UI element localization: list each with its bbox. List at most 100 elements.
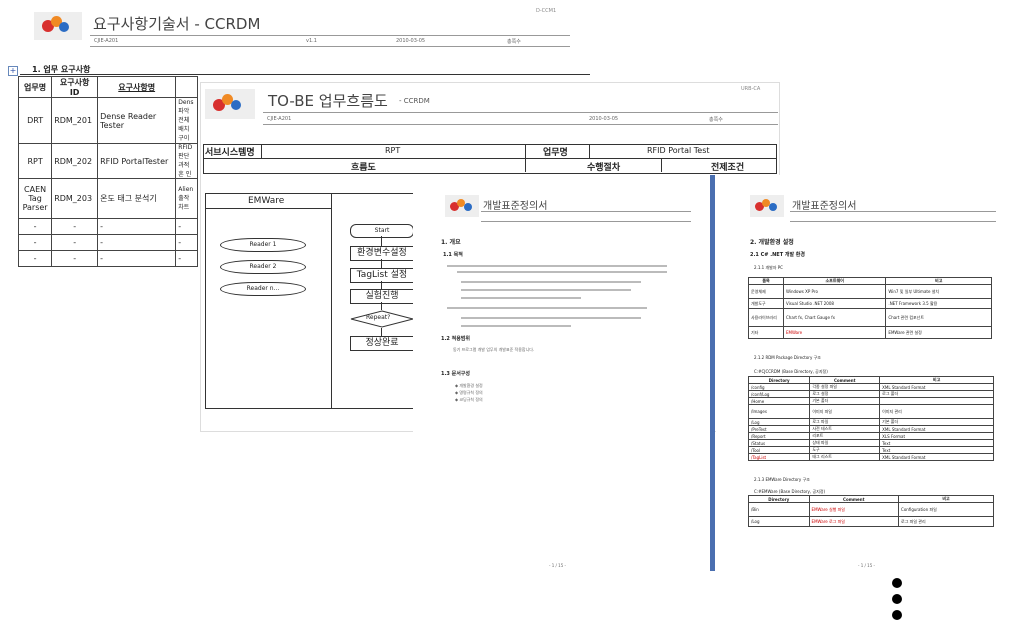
cell-area: - xyxy=(17,218,53,235)
subsection-emware: 2.1.3 EMWare Directory 구조 xyxy=(754,477,810,482)
header-cell: 소프트웨어 xyxy=(782,277,887,285)
table-row: 개발도구 Visual Studio .NET 2008 .NET Framewor… xyxy=(748,298,992,309)
cell-name: Dense Reader Tester xyxy=(97,97,177,144)
cell: 기타 xyxy=(748,326,784,339)
step-repeat: Repeat? xyxy=(366,314,391,321)
rdm-path: C:#CJCCRDM (Base Directory, 공지정) xyxy=(754,369,828,374)
cell: /Home xyxy=(747,397,811,405)
col-id: 요구사항 ID xyxy=(51,76,99,98)
cell: 태그 리스트 xyxy=(809,453,881,461)
doc-date: 2010-03-05 xyxy=(396,38,426,44)
cell: Windows XP Pro xyxy=(782,284,887,299)
cell: /Log xyxy=(748,516,810,527)
table-row: /Images 이미지 파일 이미지 관리 xyxy=(747,404,994,419)
cell: XML Standard Format xyxy=(879,425,994,433)
table-row: /Tool 도구 Text xyxy=(747,446,994,454)
section-title: 2. 개발환경 설정 xyxy=(750,239,794,246)
cell-desc: RFID 판단 과적 흔 인 xyxy=(175,143,198,179)
cell-id: RDM_201 xyxy=(51,97,99,144)
doc-subtitle: - CCRDM xyxy=(399,97,430,105)
business-value: RFID Portal Test xyxy=(647,146,710,155)
bullet-item: ◆ 명명규칙 정의 xyxy=(455,390,483,395)
table-row: /TagList 태그 리스트 XML Standard Format xyxy=(747,453,994,461)
step-done: 정상완료 xyxy=(350,336,414,351)
cell: /Report xyxy=(747,432,811,440)
emware-table: Directory Comment 비고 /Bin EMWare 실행 파일 Confi… xyxy=(748,495,994,527)
col-desc xyxy=(175,76,198,98)
requirements-table: 업무명 요구사항 ID 요구사항명 DRT RDM_201 Dense Read… xyxy=(17,76,198,267)
doc-title: 개발표준정의서 xyxy=(483,201,548,212)
cell: EMWare 실행 파일 xyxy=(808,502,900,517)
pc-table: 품목 소프트웨어 비고 운영체제 Windows XP Pro Win7 및 일부 Ul… xyxy=(748,277,992,339)
cell-area: DRT xyxy=(17,97,53,144)
doc-date: 2010-03-05 xyxy=(589,116,619,122)
table-row: CAEN Tag Parser RDM_203 온도 태그 분석기 Alien … xyxy=(17,178,198,219)
cell-desc: Alien 출작 차트 xyxy=(175,178,198,219)
doc-id: CJIE-A201 xyxy=(94,38,119,44)
cell: EMWare xyxy=(782,326,887,339)
cell: Configuration 파일 xyxy=(898,502,994,517)
cell-id: - xyxy=(51,250,99,267)
cj-logo-icon xyxy=(205,89,255,119)
cell: 기본 폴더 xyxy=(809,397,881,405)
expand-icon[interactable]: + xyxy=(8,66,18,76)
bullet-dot-icon xyxy=(892,610,902,620)
table-row: /Report 리포트 XLS Format xyxy=(747,432,994,440)
cell-desc: - xyxy=(175,250,198,267)
cell: XLS Format xyxy=(879,432,994,440)
cell: Visual Studio .NET 2008 xyxy=(782,298,887,309)
table-row: /Status 상태 파일 Text xyxy=(747,439,994,447)
cell: EMWare 로그 파일 xyxy=(808,516,900,527)
table-row: RPT RDM_202 RFID PortalTester RFID 판단 과적… xyxy=(17,143,198,179)
table-row: /Log 로그 파일 기본 폴더 xyxy=(747,418,994,426)
cell: 사용라이브러리 xyxy=(748,308,784,327)
flow-label: 흐름도 xyxy=(351,163,376,173)
cell: Chart 관련 컴포넌트 xyxy=(885,308,992,327)
subsection-rdm: 2.1.2 RDM Package Directory 구조 xyxy=(754,355,821,360)
cell-area: RPT xyxy=(17,143,53,179)
cell: 상태 파일 xyxy=(809,439,881,447)
header-cell: Comment xyxy=(808,495,900,503)
cell-area: - xyxy=(17,234,53,251)
cell: XML Standard Format xyxy=(879,453,994,461)
reader-1: Reader 1 xyxy=(220,238,306,252)
procedure-label: 수행절차 xyxy=(587,163,621,173)
subsection-scope: 1.2 적용범위 xyxy=(441,336,470,342)
bullet-dot-icon xyxy=(892,594,902,604)
header-cell: Comment xyxy=(809,376,881,384)
cell: /Log xyxy=(747,418,811,426)
section-1-title: 1. 개요 xyxy=(441,239,461,246)
emware-label: EMWare xyxy=(248,196,285,206)
subsystem-label: 서브시스템명 xyxy=(205,148,255,158)
table-row: DRT RDM_201 Dense Reader Tester Dens 파악 … xyxy=(17,97,198,144)
cell: 리포트 xyxy=(809,432,881,440)
doc-version: v1.1 xyxy=(306,38,317,44)
cell: 운영체제 xyxy=(748,284,784,299)
cell-id: - xyxy=(51,218,99,235)
table-row: /conf/Log 로그 설정 로그 폴더 xyxy=(747,390,994,398)
cell-name: - xyxy=(97,250,177,267)
step-start: Start xyxy=(350,224,414,238)
subsystem-value: RPT xyxy=(385,146,401,155)
cell-desc: - xyxy=(175,218,198,235)
cell-area: CAEN Tag Parser xyxy=(17,178,53,219)
cell: /config xyxy=(747,383,811,391)
col-name: 요구사항명 xyxy=(97,76,177,98)
step-taglist: TagList 설정 xyxy=(350,268,414,283)
cell: 개발도구 xyxy=(748,298,784,309)
cell: Text xyxy=(879,446,994,454)
table-row: 사용라이브러리 Chart fx, Chart Gauge fx Chart 관련 … xyxy=(748,308,992,327)
cell-id: RDM_202 xyxy=(51,143,99,179)
doc-code: URB-CA xyxy=(741,86,761,92)
header-cell: 비고 xyxy=(879,376,994,384)
cell-name: - xyxy=(97,218,177,235)
header-cell: Directory xyxy=(747,376,811,384)
cell: Text xyxy=(879,439,994,447)
precondition-label: 전제조건 xyxy=(711,163,745,173)
cell: 사전 테스트 xyxy=(809,425,881,433)
bullet-item: ◆ 코딩규칙 정의 xyxy=(455,397,483,402)
reader-2: Reader 2 xyxy=(220,260,306,274)
cell-name: - xyxy=(97,234,177,251)
cell-name: 온도 태그 분석기 xyxy=(97,178,177,219)
cell: 로그 설정 xyxy=(809,390,881,398)
